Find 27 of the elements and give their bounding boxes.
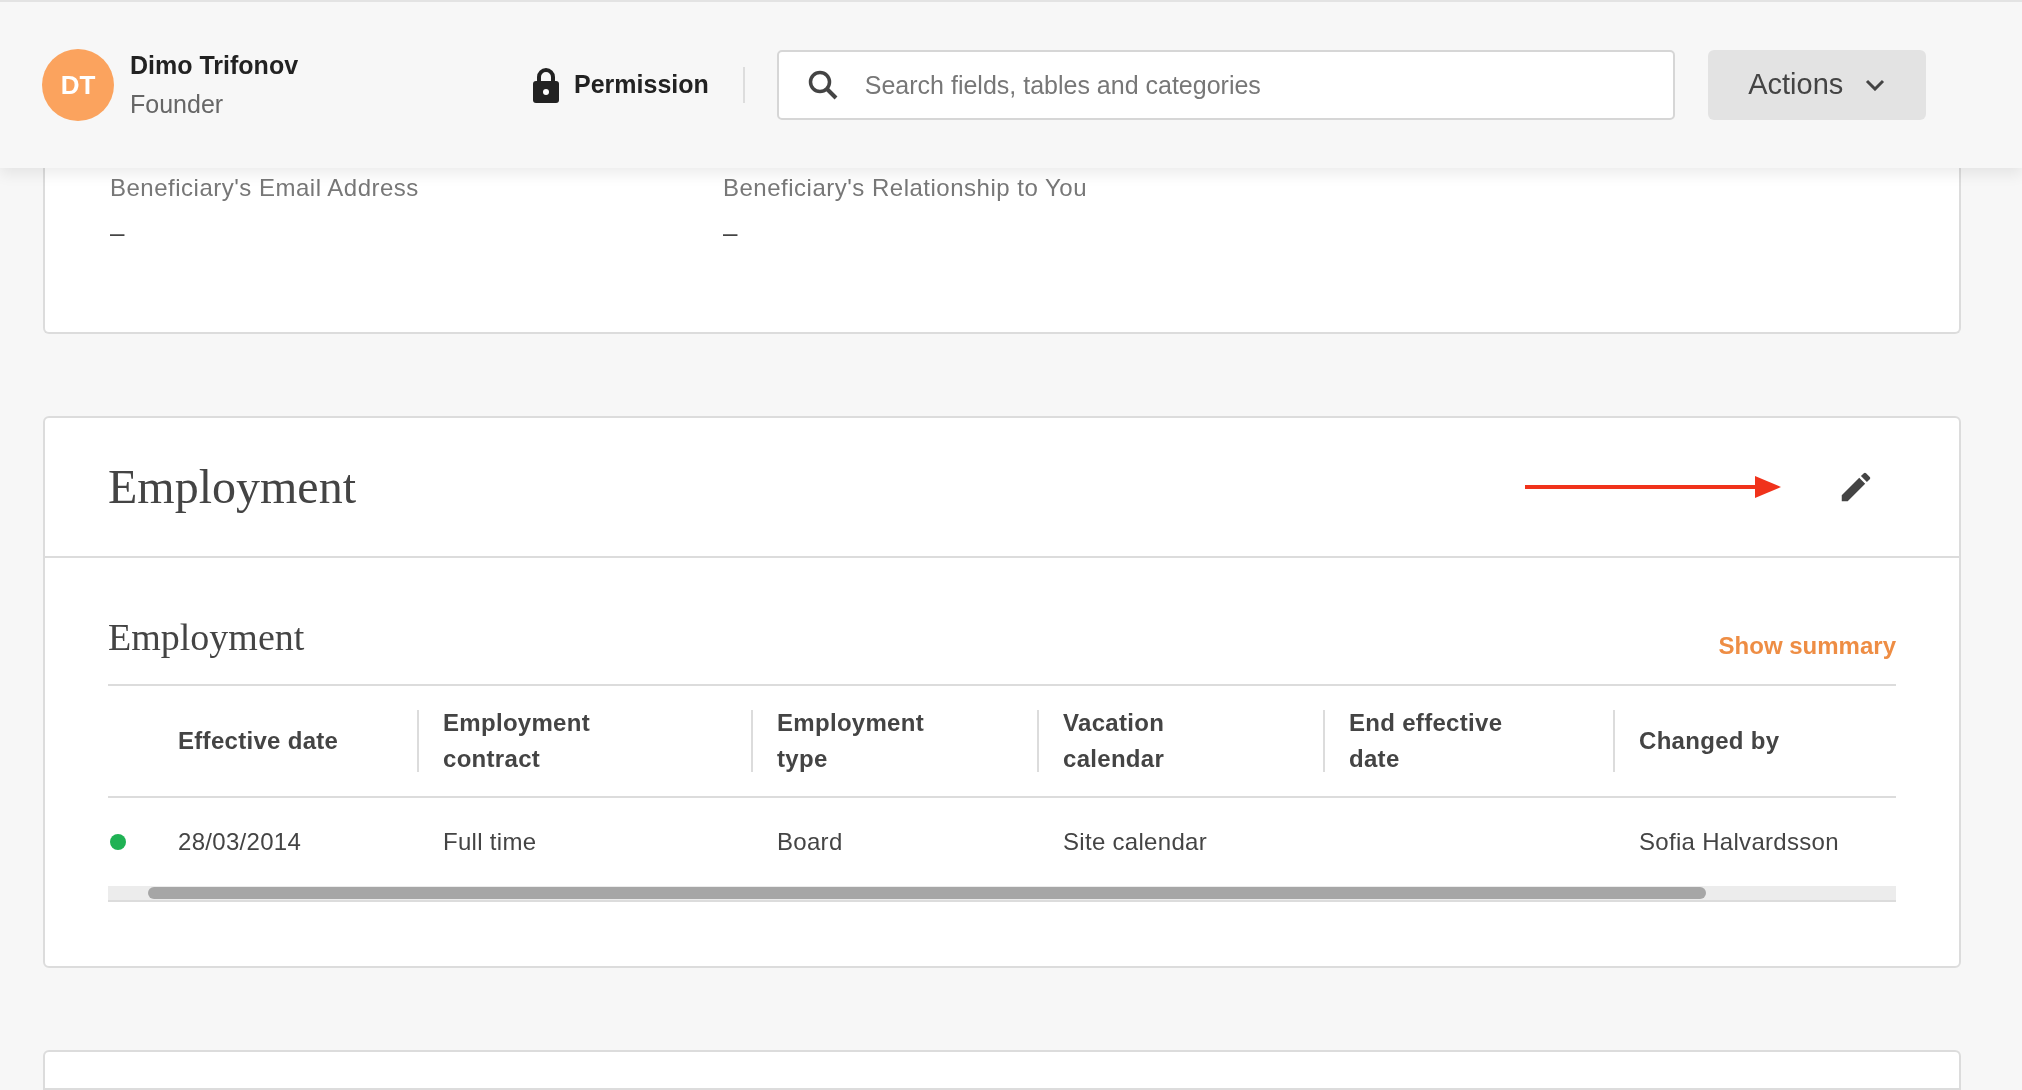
table-cell: Site calendar <box>1063 828 1207 855</box>
table-cell: 28/03/2014 <box>178 828 302 855</box>
column-header: Employment contract <box>443 708 592 774</box>
field-value: – <box>723 217 738 250</box>
field-value: – <box>110 217 125 250</box>
search-field[interactable]: Search fields, tables and categories <box>776 50 1675 120</box>
card-title: Employment <box>108 459 357 515</box>
user-name: Dimo Trifonov <box>130 49 300 81</box>
actions-button[interactable]: Actions <box>1707 50 1926 120</box>
field-label: Beneficiary's Email Address <box>110 173 420 203</box>
column-header: Employment type <box>777 708 926 774</box>
column-header: Effective date <box>178 726 340 756</box>
scrollbar-thumb[interactable] <box>148 887 1706 899</box>
field-label: Beneficiary's Relationship to You <box>723 173 1088 203</box>
column-header: Vacation calendar <box>1063 708 1166 774</box>
section-title: Employment <box>108 615 305 660</box>
scrollbar[interactable] <box>108 886 1896 902</box>
column-header: End effective date <box>1349 708 1504 774</box>
column-header: Changed by <box>1639 726 1781 756</box>
search-icon <box>806 69 839 101</box>
table-cell: Sofia Halvardsson <box>1639 828 1839 855</box>
lock-icon <box>532 67 560 103</box>
user-role: Founder <box>130 89 225 120</box>
table-cell: Board <box>777 828 843 855</box>
permission-button[interactable]: Permission <box>532 66 709 104</box>
chevron-down-icon <box>1865 79 1886 91</box>
table-cell: Full time <box>443 828 537 855</box>
